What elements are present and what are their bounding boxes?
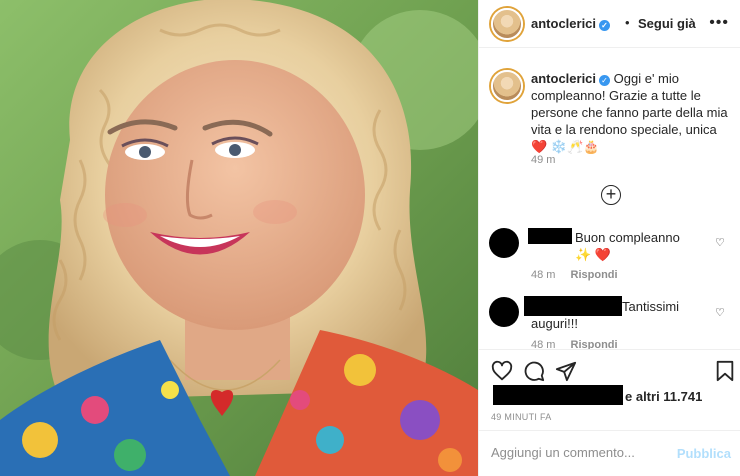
- comment-time[interactable]: 48 m: [531, 269, 555, 281]
- comment-input[interactable]: [491, 445, 671, 460]
- post-sidebar: antoclerici ✓ • Segui già ••• antoclerici…: [478, 0, 740, 476]
- post-header: antoclerici ✓ • Segui già •••: [479, 0, 740, 48]
- reply-button[interactable]: Rispondi: [571, 269, 618, 281]
- send-icon[interactable]: [555, 360, 577, 382]
- comment-avatar[interactable]: [489, 228, 519, 258]
- action-bar: [479, 349, 740, 389]
- comment-meta: 48 m Rispondi: [531, 339, 618, 349]
- plus-circle-icon[interactable]: +: [601, 185, 621, 205]
- portrait-illustration: [0, 0, 478, 476]
- caption-avatar[interactable]: [491, 70, 523, 102]
- comment-text: Buon compleanno ✨ ❤️: [575, 230, 680, 262]
- verified-badge-icon: ✓: [599, 20, 611, 31]
- comment-text: Tantissimi auguri!!!: [531, 299, 680, 331]
- header-username-text[interactable]: antoclerici: [531, 16, 596, 31]
- caption: antoclerici ✓ Oggi e' mio compleanno! Gra…: [531, 70, 731, 155]
- caption-time[interactable]: 49 m: [531, 154, 555, 166]
- heart-icon[interactable]: [491, 360, 513, 382]
- caption-username[interactable]: antoclerici: [531, 71, 596, 86]
- bookmark-icon[interactable]: [715, 360, 735, 382]
- publish-button[interactable]: Pubblica: [677, 446, 731, 461]
- comment-bar: Pubblica: [479, 430, 740, 476]
- comment-meta: 48 m Rispondi: [531, 269, 618, 281]
- follow-status-button[interactable]: Segui già: [638, 16, 696, 31]
- comment-time[interactable]: 48 m: [531, 339, 555, 349]
- profile-avatar[interactable]: [491, 8, 523, 40]
- comment-icon[interactable]: [523, 360, 545, 382]
- likes-count[interactable]: e altri 11.741: [625, 389, 702, 404]
- separator-dot: •: [625, 15, 630, 30]
- comment-like-heart-icon[interactable]: ♡: [715, 236, 725, 249]
- post-time-ago[interactable]: 49 MINUTI FA: [491, 412, 552, 422]
- redacted-likers: [493, 385, 623, 405]
- post-image[interactable]: [0, 0, 478, 476]
- comment-like-heart-icon[interactable]: ♡: [715, 306, 725, 319]
- redacted-username: [528, 228, 572, 244]
- reply-button[interactable]: Rispondi: [571, 339, 618, 349]
- header-username[interactable]: antoclerici ✓: [531, 16, 611, 31]
- verified-badge-icon: ✓: [599, 75, 611, 86]
- more-horizontal-icon[interactable]: •••: [709, 14, 729, 32]
- comment-avatar[interactable]: [489, 297, 519, 327]
